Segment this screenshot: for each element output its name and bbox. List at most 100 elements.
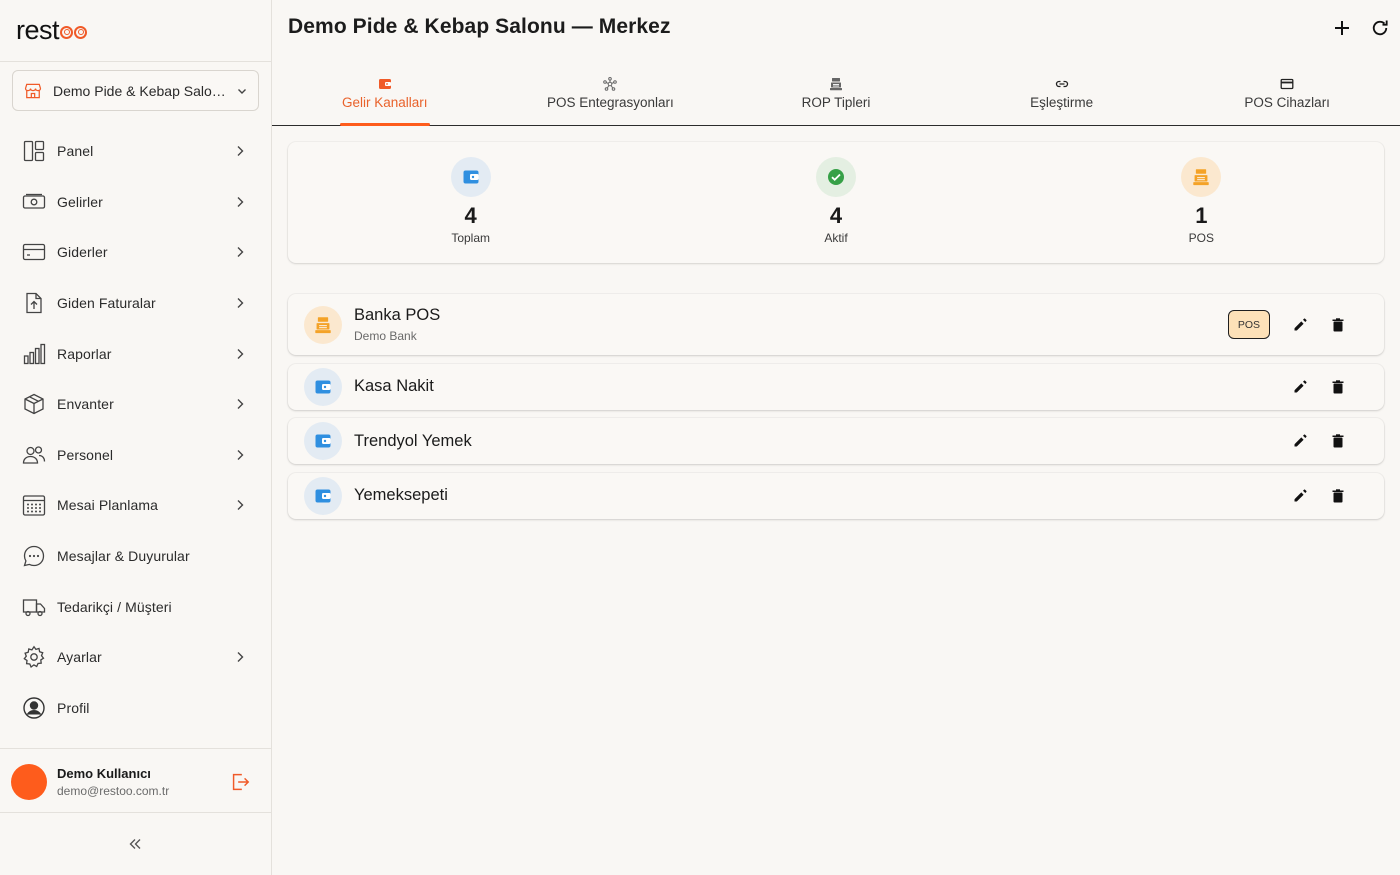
- list-item[interactable]: Kasa Nakit: [288, 363, 1384, 410]
- logo-text: rest: [16, 14, 60, 45]
- bar-chart-icon: [22, 342, 46, 366]
- delete-button[interactable]: [1322, 309, 1354, 341]
- user-name: Demo Kullanıcı: [57, 766, 151, 781]
- tab-pos-entegrasyonlari[interactable]: POS Entegrasyonları: [498, 62, 724, 125]
- tab-eslestirme[interactable]: Eşleştirme: [949, 62, 1175, 125]
- sidebar-item-label: Panel: [57, 143, 94, 160]
- pencil-icon: [1294, 488, 1307, 501]
- hub-icon: [603, 77, 618, 91]
- pencil-icon: [1294, 379, 1307, 392]
- register-icon: [1193, 169, 1210, 186]
- stat-value: 4: [464, 203, 477, 228]
- edit-button[interactable]: [1284, 371, 1316, 403]
- sidebar-item-label: Gelirler: [57, 193, 103, 210]
- sidebar-item-giderler[interactable]: Giderler: [0, 227, 271, 278]
- trash-icon: [1332, 488, 1344, 502]
- sidebar-item-profil[interactable]: Profil: [0, 683, 271, 734]
- dashboard-icon: [22, 139, 46, 163]
- sidebar-item-label: Mesai Planlama: [57, 497, 158, 514]
- cash-icon: [22, 190, 46, 214]
- pos-badge: POS: [1227, 310, 1270, 339]
- sidebar-item-mesajlar[interactable]: Mesajlar & Duyurular: [0, 531, 271, 582]
- chevron-right-icon: [237, 449, 244, 460]
- stat-label: POS: [1188, 231, 1214, 245]
- sidebar-item-label: Raporlar: [57, 345, 112, 362]
- row-actions: POS: [1227, 309, 1354, 341]
- check-circle-icon: [827, 169, 844, 185]
- sidebar-item-gelirler[interactable]: Gelirler: [0, 177, 271, 228]
- branch-name: Demo Pide & Kebap Salonu — Merkez: [53, 82, 232, 99]
- delete-button[interactable]: [1322, 480, 1354, 512]
- row-actions: [1278, 480, 1354, 512]
- stat-toplam: 4 Toplam: [288, 142, 653, 263]
- logo-mark: [60, 22, 88, 39]
- wallet-icon: [315, 489, 331, 502]
- sidebar-item-panel[interactable]: Panel: [0, 126, 271, 177]
- divider: [0, 748, 271, 749]
- chevron-right-icon: [237, 399, 244, 410]
- sidebar: rest Demo Pide & Kebap Salonu — Merkez P…: [0, 0, 272, 875]
- sidebar-item-raporlar[interactable]: Raporlar: [0, 328, 271, 379]
- channel-name: Kasa Nakit: [354, 377, 434, 395]
- delete-button[interactable]: [1322, 425, 1354, 457]
- add-button[interactable]: [1330, 16, 1354, 40]
- card-icon: [1280, 78, 1294, 90]
- channel-name: Trendyol Yemek: [354, 431, 472, 450]
- restoo-logo[interactable]: rest: [16, 14, 88, 46]
- sidebar-item-label: Envanter: [57, 396, 114, 413]
- trash-icon: [1332, 317, 1344, 331]
- sidebar-item-giden-faturalar[interactable]: Giden Faturalar: [0, 278, 271, 329]
- store-icon: [24, 83, 42, 98]
- tab-rop-tipleri[interactable]: ROP Tipleri: [723, 62, 949, 125]
- channel-text: Banka POS Demo Bank: [354, 306, 1228, 343]
- sidebar-item-label: Giden Faturalar: [57, 295, 156, 312]
- sidebar-item-mesai-planlama[interactable]: Mesai Planlama: [0, 480, 271, 531]
- page-title: Demo Pide & Kebap Salonu — Merkez: [288, 15, 671, 38]
- edit-button[interactable]: [1284, 480, 1316, 512]
- list-item[interactable]: Trendyol Yemek: [288, 418, 1384, 464]
- stat-icon-circle: [1181, 157, 1222, 197]
- tab-gelir-kanallari[interactable]: Gelir Kanalları: [272, 62, 498, 125]
- channel-icon-circle: [304, 476, 342, 515]
- sidebar-item-label: Tedarikçi / Müşteri: [57, 598, 172, 615]
- channel-icon-circle: [304, 422, 342, 460]
- channel-name: Banka POS: [354, 306, 441, 324]
- chevron-right-icon: [237, 196, 244, 207]
- divider: [0, 812, 271, 813]
- plus-icon: [1335, 21, 1349, 35]
- pencil-icon: [1294, 317, 1307, 330]
- user-info: Demo Kullanıcı demo@restoo.com.tr: [57, 766, 229, 798]
- pencil-icon: [1294, 434, 1307, 447]
- list-item[interactable]: Banka POS Demo Bank POS: [288, 294, 1384, 355]
- branch-selector[interactable]: Demo Pide & Kebap Salonu — Merkez: [12, 70, 259, 111]
- delete-button[interactable]: [1322, 371, 1354, 403]
- user-circle-icon: [22, 696, 46, 720]
- register-icon: [829, 78, 842, 91]
- sidebar-item-envanter[interactable]: Envanter: [0, 379, 271, 430]
- register-icon: [315, 316, 331, 333]
- sidebar-item-label: Giderler: [57, 244, 108, 261]
- list-item[interactable]: Yemeksepeti: [288, 472, 1384, 519]
- logout-icon[interactable]: [229, 771, 251, 793]
- stats-card: 4 Toplam 4 Aktif 1 POS: [288, 142, 1384, 263]
- sidebar-item-ayarlar[interactable]: Ayarlar: [0, 632, 271, 683]
- stat-value: 4: [829, 203, 843, 228]
- sidebar-item-label: Profil: [57, 699, 90, 716]
- refresh-button[interactable]: [1368, 16, 1392, 40]
- edit-button[interactable]: [1284, 425, 1316, 457]
- tab-label: ROP Tipleri: [801, 95, 871, 110]
- chevron-right-icon: [237, 348, 244, 359]
- people-icon: [22, 443, 46, 467]
- sidebar-item-tedarikci[interactable]: Tedarikçi / Müşteri: [0, 581, 271, 632]
- edit-button[interactable]: [1284, 309, 1316, 341]
- tab-pos-cihazlari[interactable]: POS Cihazları: [1174, 62, 1400, 125]
- truck-icon: [22, 595, 46, 619]
- sidebar-item-personel[interactable]: Personel: [0, 430, 271, 481]
- collapse-sidebar-icon[interactable]: [126, 835, 144, 853]
- channel-text: Trendyol Yemek: [354, 432, 1278, 451]
- tab-label: Eşleştirme: [1030, 95, 1094, 110]
- stat-aktif: 4 Aktif: [653, 142, 1018, 263]
- stat-label: Toplam: [451, 231, 490, 245]
- avatar[interactable]: [11, 764, 47, 800]
- chevron-right-icon: [237, 500, 244, 511]
